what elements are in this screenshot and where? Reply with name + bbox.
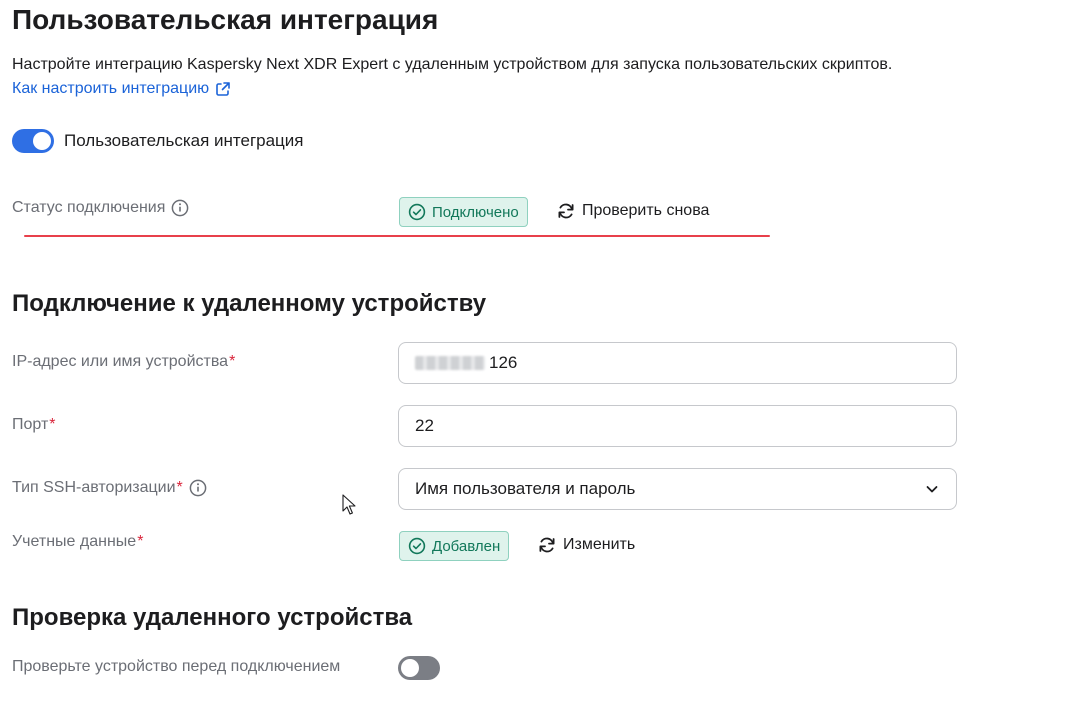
check-circle-icon [408,203,426,221]
help-link-label: Как настроить интеграцию [12,80,210,97]
ssh-auth-selected-value: Имя пользователя и пароль [415,479,636,498]
credentials-label: Учетные данные* [12,533,143,551]
edit-credentials-button-label: Изменить [563,536,636,553]
refresh-icon [539,537,555,553]
remote-connection-title: Подключение к удаленному устройству [12,290,487,317]
connection-status-label: Статус подключения [12,199,189,217]
edit-credentials-button[interactable]: Изменить [537,535,635,555]
toggle-knob [401,659,419,677]
host-input-value: 126 [489,353,518,372]
port-input[interactable]: 22 [398,405,957,447]
host-input[interactable]: 126 [398,342,957,384]
port-input-value: 22 [415,416,434,435]
help-link[interactable]: Как настроить интеграцию [12,80,231,98]
chevron-down-icon [926,486,938,493]
check-circle-icon [408,537,426,555]
verify-device-label-text: Проверьте устройство перед подключением [12,658,341,675]
external-link-icon [216,82,230,96]
credentials-label-text: Учетные данные [12,533,137,550]
info-icon[interactable] [171,199,189,217]
ssh-auth-label-text: Тип SSH-авторизации [12,479,176,496]
connection-status-label-text: Статус подключения [12,199,166,216]
recheck-button-label: Проверить снова [582,202,710,219]
required-mark: * [49,416,56,433]
integration-toggle-label: Пользовательская интеграция [64,131,304,150]
port-label: Порт* [12,416,56,434]
required-mark: * [176,479,183,496]
refresh-icon [558,203,574,219]
credentials-badge: Добавлен [399,531,510,561]
host-label-text: IP-адрес или имя устройства [12,353,229,370]
ssh-auth-label: Тип SSH-авторизации* [12,479,207,497]
ssh-auth-select[interactable]: Имя пользователя и пароль [398,468,957,510]
credentials-badge-text: Добавлен [432,537,501,555]
required-mark: * [137,533,144,550]
integration-toggle[interactable] [12,129,54,153]
connection-status-badge: Подключено [399,197,528,227]
page-title: Пользовательская интеграция [12,4,439,35]
verify-device-toggle[interactable] [398,656,440,680]
remote-verification-title: Проверка удаленного устройства [12,604,413,631]
info-icon[interactable] [189,479,207,497]
connection-status-badge-text: Подключено [432,203,519,221]
mouse-cursor-icon [342,494,356,515]
host-label: IP-адрес или имя устройства* [12,353,235,371]
verify-device-label: Проверьте устройство перед подключением [12,658,340,676]
port-label-text: Порт [12,416,49,433]
recheck-button[interactable]: Проверить снова [556,201,709,221]
annotation-underline [24,235,770,237]
page-description: Настройте интеграцию Kaspersky Next XDR … [12,56,893,73]
required-mark: * [229,353,236,370]
redacted-ip-prefix [415,356,485,370]
toggle-knob [33,132,51,150]
